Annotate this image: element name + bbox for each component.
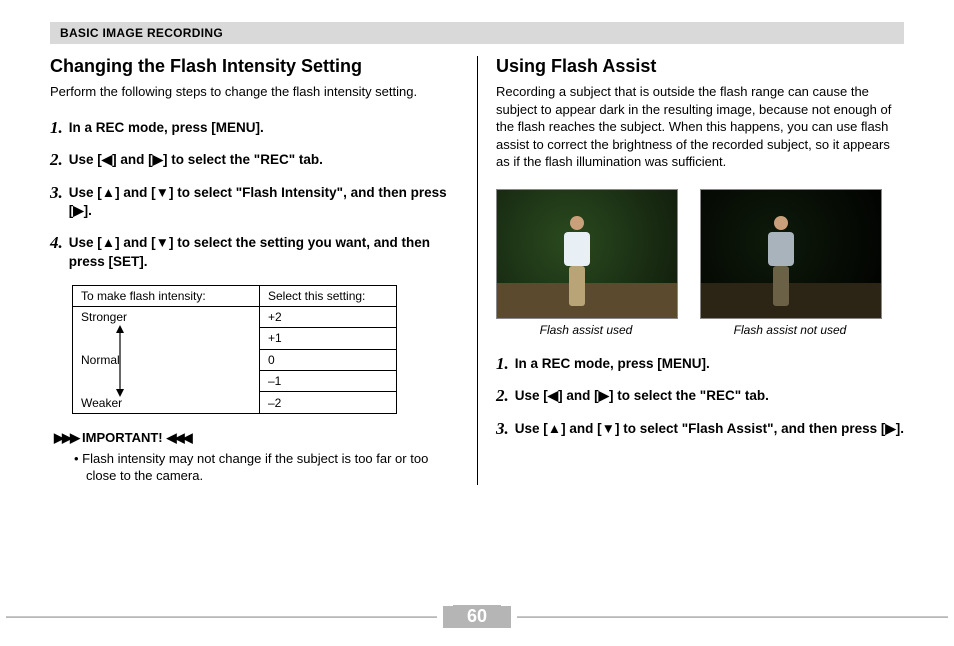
left-intro: Perform the following steps to change th… [50, 83, 459, 101]
example-image-notused: Flash assist not used [700, 189, 880, 337]
table-cell: +1 [260, 328, 397, 349]
step-text: In a REC mode, press [MENU]. [69, 119, 264, 137]
example-images: Flash assist used Flash assist not used [496, 189, 904, 337]
step-number: 1. [496, 355, 509, 374]
right-intro: Recording a subject that is outside the … [496, 83, 904, 171]
example-image-used: Flash assist used [496, 189, 676, 337]
list-item: 2. Use [◀] and [▶] to select the "REC" t… [50, 151, 459, 170]
step-text: Use [▲] and [▼] to select the setting yo… [69, 234, 459, 270]
list-item: 4. Use [▲] and [▼] to select the setting… [50, 234, 459, 270]
left-steps: 1. In a REC mode, press [MENU]. 2. Use [… [50, 119, 459, 271]
table-cell: Stronger [81, 310, 251, 324]
table-cell: –1 [260, 370, 397, 391]
step-number: 2. [50, 151, 63, 170]
list-item: 1. In a REC mode, press [MENU]. [496, 355, 904, 374]
table-cell: Weaker [81, 396, 251, 410]
important-bullet: • Flash intensity may not change if the … [72, 450, 459, 485]
table-header: Select this setting: [260, 285, 397, 306]
step-text: Use [◀] and [▶] to select the "REC" tab. [69, 151, 323, 169]
step-text: In a REC mode, press [MENU]. [515, 355, 710, 373]
manual-page: BASIC IMAGE RECORDING Changing the Flash… [0, 0, 954, 646]
updown-arrow-icon [115, 325, 125, 397]
important-label: IMPORTANT! [82, 430, 163, 445]
page-number: 60 [453, 605, 501, 628]
step-number: 2. [496, 387, 509, 406]
table-row: Stronger Normal Weaker +2 [73, 306, 397, 327]
step-number: 3. [496, 420, 509, 439]
step-number: 4. [50, 234, 63, 253]
table-cell: +2 [260, 306, 397, 327]
table-header: To make flash intensity: [73, 285, 260, 306]
step-text: Use [▲] and [▼] to select "Flash Assist"… [515, 420, 904, 438]
marker-right-icon: ▶▶▶ [54, 430, 78, 446]
photo-flash-assist-used [496, 189, 678, 319]
left-column: Changing the Flash Intensity Setting Per… [50, 56, 477, 485]
right-steps: 1. In a REC mode, press [MENU]. 2. Use [… [496, 355, 904, 439]
table-cell: –2 [260, 392, 397, 413]
list-item: 2. Use [◀] and [▶] to select the "REC" t… [496, 387, 904, 406]
caption-used: Flash assist used [496, 323, 676, 337]
caption-notused: Flash assist not used [700, 323, 880, 337]
content-columns: Changing the Flash Intensity Setting Per… [50, 56, 904, 485]
list-item: 3. Use [▲] and [▼] to select "Flash Inte… [50, 184, 459, 220]
step-text: Use [◀] and [▶] to select the "REC" tab. [515, 387, 769, 405]
left-heading: Changing the Flash Intensity Setting [50, 56, 459, 77]
important-text: Flash intensity may not change if the su… [82, 451, 428, 484]
list-item: 3. Use [▲] and [▼] to select "Flash Assi… [496, 420, 904, 439]
right-heading: Using Flash Assist [496, 56, 904, 77]
table-cell: 0 [260, 349, 397, 370]
right-column: Using Flash Assist Recording a subject t… [477, 56, 904, 485]
step-number: 3. [50, 184, 63, 203]
step-text: Use [▲] and [▼] to select "Flash Intensi… [69, 184, 459, 220]
marker-left-icon: ◀◀◀ [167, 430, 191, 446]
important-label-row: ▶▶▶ IMPORTANT! ◀◀◀ [50, 430, 459, 446]
page-number-block: 60 [443, 605, 511, 628]
section-header: BASIC IMAGE RECORDING [50, 22, 904, 44]
flash-intensity-table: To make flash intensity: Select this set… [72, 285, 397, 414]
list-item: 1. In a REC mode, press [MENU]. [50, 119, 459, 138]
step-number: 1. [50, 119, 63, 138]
page-footer: 60 [0, 605, 954, 628]
photo-flash-assist-not-used [700, 189, 882, 319]
table-cell: Normal [81, 353, 251, 367]
